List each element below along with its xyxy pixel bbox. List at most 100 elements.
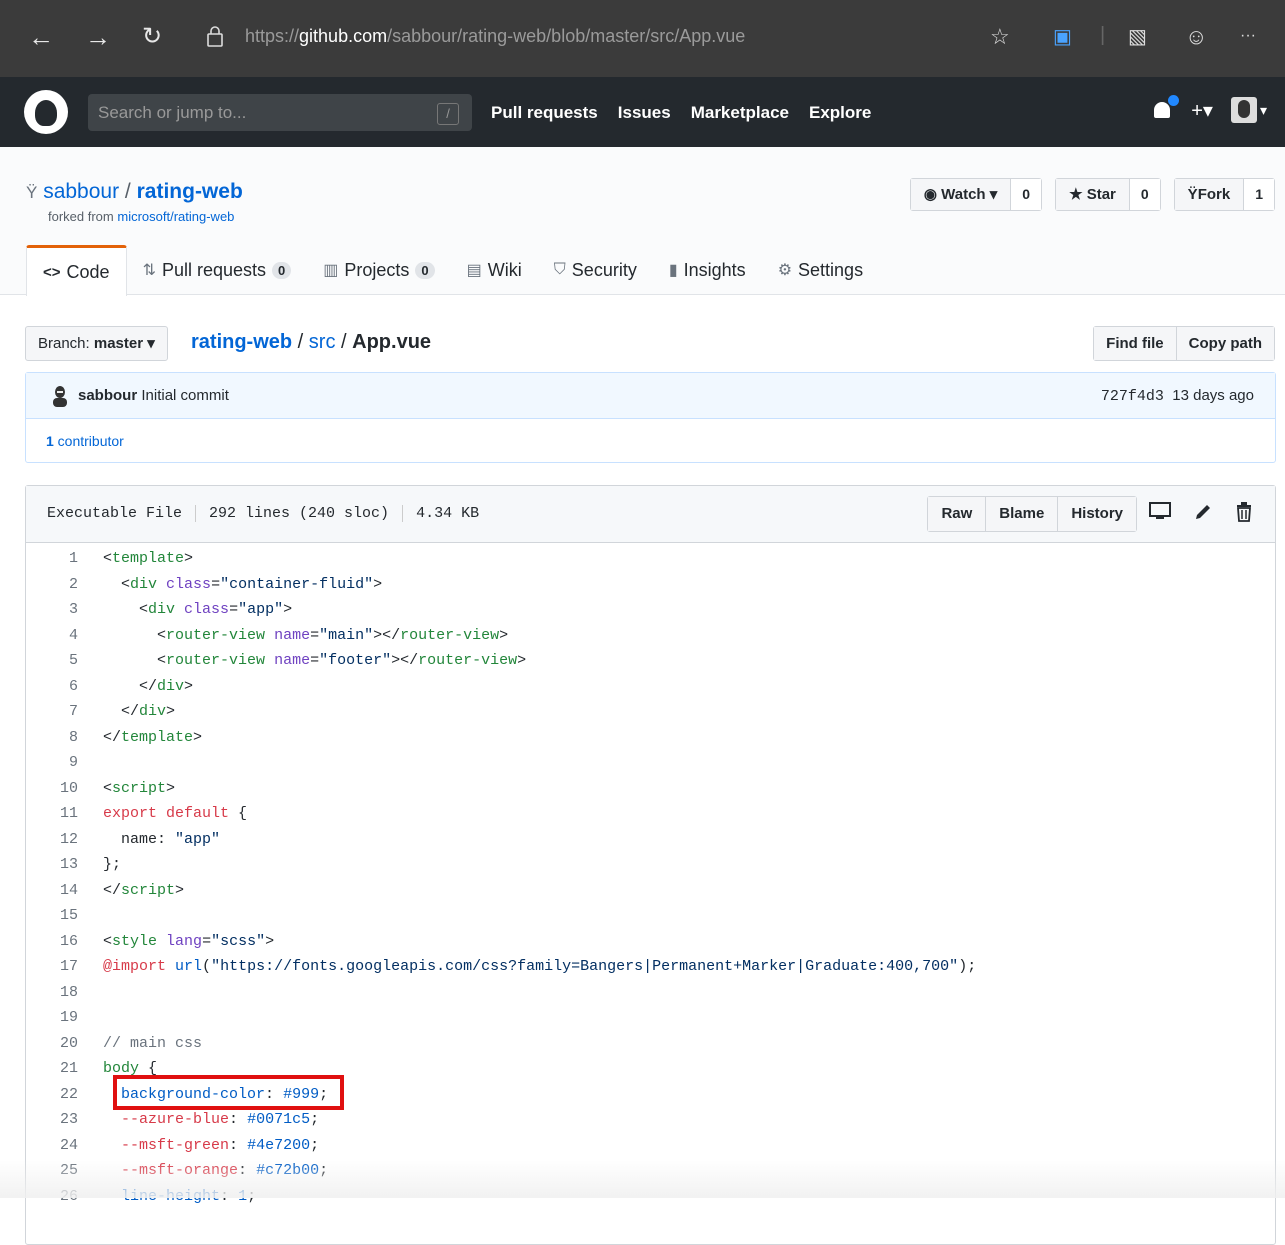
code-line: 11 export default {: [26, 801, 1275, 827]
create-new-button[interactable]: +▾: [1191, 98, 1213, 123]
counter-badge: 0: [272, 261, 292, 279]
line-content: </div>: [103, 677, 194, 695]
watch-count[interactable]: 0: [1010, 179, 1042, 210]
favorite-star-icon[interactable]: ☆: [990, 24, 1010, 50]
breadcrumb-separator: /: [335, 331, 353, 353]
avatar[interactable]: [50, 385, 70, 407]
line-number[interactable]: 14: [26, 878, 78, 904]
copy-path-button[interactable]: Copy path: [1175, 327, 1274, 360]
breadcrumb-separator: /: [292, 331, 309, 353]
nav-pull-requests[interactable]: Pull requests: [491, 103, 598, 123]
commit-sha-link[interactable]: 727f4d3: [1101, 388, 1164, 405]
notification-bell-icon[interactable]: [1151, 95, 1180, 122]
tab-projects[interactable]: ▥ Projects 0: [307, 245, 450, 295]
code-line: 2 <div class="container-fluid">: [26, 572, 1275, 598]
line-content: <template>: [103, 550, 194, 567]
line-number[interactable]: 16: [26, 929, 78, 955]
extension-icon[interactable]: ▣: [1053, 24, 1072, 49]
line-number[interactable]: 15: [26, 903, 78, 929]
star-button[interactable]: ★ Star: [1056, 179, 1129, 210]
branch-select[interactable]: Branch: master ▾: [25, 326, 168, 361]
tab-pull-requests[interactable]: ⇅ Pull requests 0: [127, 245, 308, 295]
address-bar[interactable]: https://github.com/sabbour/rating-web/bl…: [190, 21, 1030, 55]
line-number[interactable]: 6: [26, 674, 78, 700]
pencil-icon[interactable]: [1193, 502, 1213, 522]
line-number[interactable]: 18: [26, 980, 78, 1006]
desktop-icon[interactable]: [1149, 502, 1171, 522]
breadcrumb-root-link[interactable]: rating-web: [191, 331, 292, 353]
user-menu[interactable]: ▾: [1230, 97, 1267, 123]
refresh-icon[interactable]: ↻: [142, 22, 162, 52]
blame-button[interactable]: Blame: [985, 497, 1058, 531]
line-content: @import url("https://fonts.googleapis.co…: [103, 958, 977, 975]
annotation-highlight: [113, 1075, 344, 1110]
line-number[interactable]: 3: [26, 597, 78, 623]
line-number[interactable]: 10: [26, 776, 78, 802]
line-number[interactable]: 13: [26, 852, 78, 878]
line-number[interactable]: 21: [26, 1056, 78, 1082]
more-menu-icon[interactable]: ···: [1240, 27, 1256, 45]
line-number[interactable]: 23: [26, 1107, 78, 1133]
history-button[interactable]: History: [1057, 497, 1136, 531]
github-logo-icon[interactable]: [24, 90, 68, 134]
feedback-smiley-icon[interactable]: ☺: [1185, 24, 1207, 50]
nav-issues[interactable]: Issues: [618, 103, 671, 123]
fork-count[interactable]: 1: [1243, 179, 1274, 210]
line-number[interactable]: 2: [26, 572, 78, 598]
code-line: 8 </template>: [26, 725, 1275, 751]
tab-insights[interactable]: ▮ Insights: [653, 245, 762, 295]
forward-icon[interactable]: →: [85, 22, 111, 52]
code-line: 17 @import url("https://fonts.googleapis.…: [26, 954, 1275, 980]
line-number[interactable]: 24: [26, 1133, 78, 1159]
raw-button[interactable]: Raw: [928, 497, 986, 531]
contributors-link[interactable]: 1 contributor: [46, 433, 124, 449]
nav-marketplace[interactable]: Marketplace: [691, 103, 789, 123]
branch-label: Branch:: [38, 335, 94, 352]
code-line: 7 </div>: [26, 699, 1275, 725]
file-lines: 292 lines (240 sloc): [195, 505, 402, 522]
star-count[interactable]: 0: [1128, 179, 1160, 210]
line-number[interactable]: 20: [26, 1031, 78, 1057]
breadcrumb-dir-link[interactable]: src: [309, 331, 336, 353]
file-size: 4.34 KB: [402, 505, 492, 522]
reading-view-icon[interactable]: ▧: [1128, 24, 1147, 49]
find-file-button[interactable]: Find file: [1094, 327, 1176, 360]
repo-owner-link[interactable]: sabbour: [43, 180, 119, 203]
watch-button[interactable]: ◉ Watch ▾: [910, 179, 1011, 210]
search-input[interactable]: Search or jump to... /: [88, 94, 472, 131]
line-number[interactable]: 1: [26, 546, 78, 572]
line-number[interactable]: 9: [26, 750, 78, 776]
watch-group: ◉ Watch ▾ 0: [909, 178, 1043, 211]
code-line: 13};: [26, 852, 1275, 878]
code-line: 10 <script>: [26, 776, 1275, 802]
line-number[interactable]: 19: [26, 1005, 78, 1031]
line-number[interactable]: 8: [26, 725, 78, 751]
forked-from-link[interactable]: microsoft/rating-web: [117, 209, 234, 224]
commit-message[interactable]: Initial commit: [137, 387, 229, 404]
tab-security[interactable]: ⛉ Security: [538, 245, 653, 295]
line-number[interactable]: 22: [26, 1082, 78, 1108]
nav-explore[interactable]: Explore: [809, 103, 871, 123]
fork-button[interactable]: ŸFork: [1174, 179, 1244, 210]
line-content: </template>: [103, 728, 203, 746]
line-number[interactable]: 17: [26, 954, 78, 980]
repo-title: Ÿ sabbour / rating-web: [26, 180, 243, 204]
repo-name-link[interactable]: rating-web: [137, 180, 243, 203]
github-header: Search or jump to... / Pull requests Iss…: [0, 77, 1285, 147]
line-number[interactable]: 7: [26, 699, 78, 725]
line-number[interactable]: 5: [26, 648, 78, 674]
commit-author-link[interactable]: sabbour: [78, 387, 137, 404]
url-text: https://github.com/sabbour/rating-web/bl…: [245, 26, 746, 46]
line-content: <style lang="scss">: [103, 932, 275, 950]
line-number[interactable]: 12: [26, 827, 78, 853]
trash-icon[interactable]: [1235, 502, 1253, 522]
line-number[interactable]: 4: [26, 623, 78, 649]
tab-wiki[interactable]: ▤ Wiki: [451, 245, 538, 295]
line-content: <script>: [103, 779, 176, 797]
line-number[interactable]: 11: [26, 801, 78, 827]
book-icon: ▤: [466, 262, 482, 279]
tab-settings[interactable]: ⚙ Settings: [762, 245, 879, 295]
line-content: --msft-green: #4e7200;: [121, 1136, 320, 1154]
tab-code[interactable]: <> Code: [26, 245, 127, 296]
back-icon[interactable]: ←: [28, 22, 54, 52]
